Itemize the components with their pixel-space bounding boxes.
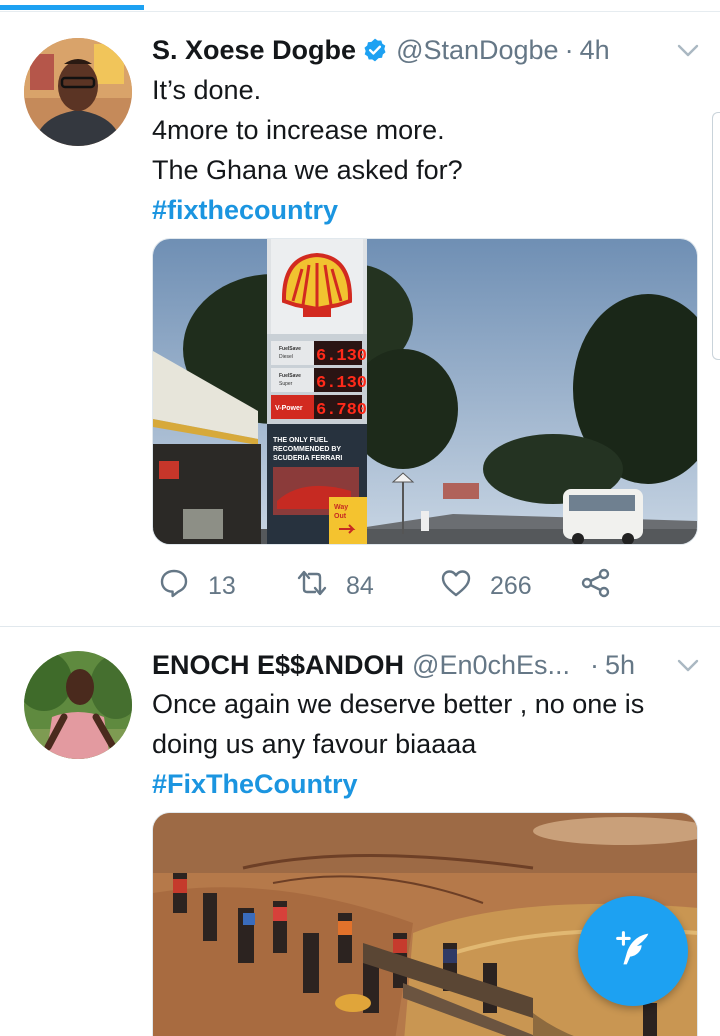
- fuel-label: V-Power: [275, 405, 303, 412]
- compose-tweet-button[interactable]: [578, 896, 688, 1006]
- fuel-price: 6.130: [316, 347, 367, 366]
- sign-caption: SCUDERIA FERRARI: [273, 455, 342, 462]
- verified-badge-icon: [362, 37, 388, 63]
- reply-button[interactable]: 13: [158, 566, 236, 606]
- way-out-sign: Out: [334, 513, 347, 520]
- reply-count: 13: [208, 571, 236, 600]
- fuel-label: Diesel: [279, 354, 293, 360]
- fuel-label: Super: [279, 381, 293, 387]
- heart-icon: [440, 567, 472, 606]
- fuel-label: FuelSave: [279, 346, 301, 352]
- scrollbar-thumb[interactable]: [712, 112, 720, 360]
- share-icon: [580, 567, 612, 606]
- tweet-text-line: doing us any favour biaaaa: [152, 729, 477, 759]
- avatar[interactable]: [24, 38, 132, 146]
- tweet-text: Once again we deserve better , no one is…: [152, 684, 700, 804]
- tweet-text-line: It’s done.: [152, 75, 262, 105]
- avatar[interactable]: [24, 651, 132, 759]
- retweet-icon: [296, 567, 328, 606]
- tweet-text-line: The Ghana we asked for?: [152, 155, 463, 185]
- tweet-actions: 13 84 266: [152, 566, 622, 606]
- retweet-button[interactable]: 84: [296, 566, 374, 606]
- active-tab-indicator: [0, 5, 144, 10]
- tweet-header: S. Xoese Dogbe @StanDogbe · 4h: [152, 30, 702, 70]
- separator-dot: ·: [590, 649, 600, 680]
- timestamp[interactable]: 4h: [580, 35, 610, 66]
- chevron-down-icon[interactable]: [674, 651, 702, 679]
- hashtag-link[interactable]: #FixTheCountry: [152, 764, 700, 804]
- separator-dot: ·: [564, 34, 574, 65]
- tweet-photo-fuel-station[interactable]: FuelSave Diesel 6.130 FuelSave Super 6.1…: [152, 238, 698, 545]
- tweet-header: ENOCH E$$ANDOH @En0chEs... · 5h: [152, 645, 702, 685]
- fuel-label: FuelSave: [279, 373, 301, 379]
- way-out-sign: Way: [334, 504, 348, 511]
- hashtag-link[interactable]: #fixthecountry: [152, 190, 700, 230]
- compose-tweet-icon: [610, 926, 656, 977]
- tweet-text-line: Once again we deserve better , no one is: [152, 689, 645, 719]
- like-count: 266: [490, 571, 532, 600]
- fuel-price: 6.780: [316, 401, 367, 420]
- sign-caption: THE ONLY FUEL: [273, 437, 329, 444]
- user-handle[interactable]: @En0chEs...: [412, 650, 570, 681]
- timestamp[interactable]: 5h: [605, 650, 635, 681]
- display-name[interactable]: S. Xoese Dogbe: [152, 35, 356, 66]
- display-name[interactable]: ENOCH E$$ANDOH: [152, 650, 404, 681]
- share-button[interactable]: [580, 566, 612, 606]
- like-button[interactable]: 266: [440, 566, 532, 606]
- reply-icon: [158, 567, 190, 606]
- chevron-down-icon[interactable]: [674, 36, 702, 64]
- tweet[interactable]: S. Xoese Dogbe @StanDogbe · 4h It’s done…: [0, 12, 720, 626]
- fuel-price: 6.130: [316, 374, 367, 393]
- sign-caption: RECOMMENDED BY: [273, 446, 341, 453]
- price-board: FuelSave Diesel 6.130 FuelSave Super 6.1…: [271, 341, 367, 420]
- user-handle[interactable]: @StanDogbe: [396, 35, 559, 66]
- tweet-text: It’s done. 4more to increase more. The G…: [152, 70, 700, 230]
- retweet-count: 84: [346, 571, 374, 600]
- tweet-text-line: 4more to increase more.: [152, 115, 445, 145]
